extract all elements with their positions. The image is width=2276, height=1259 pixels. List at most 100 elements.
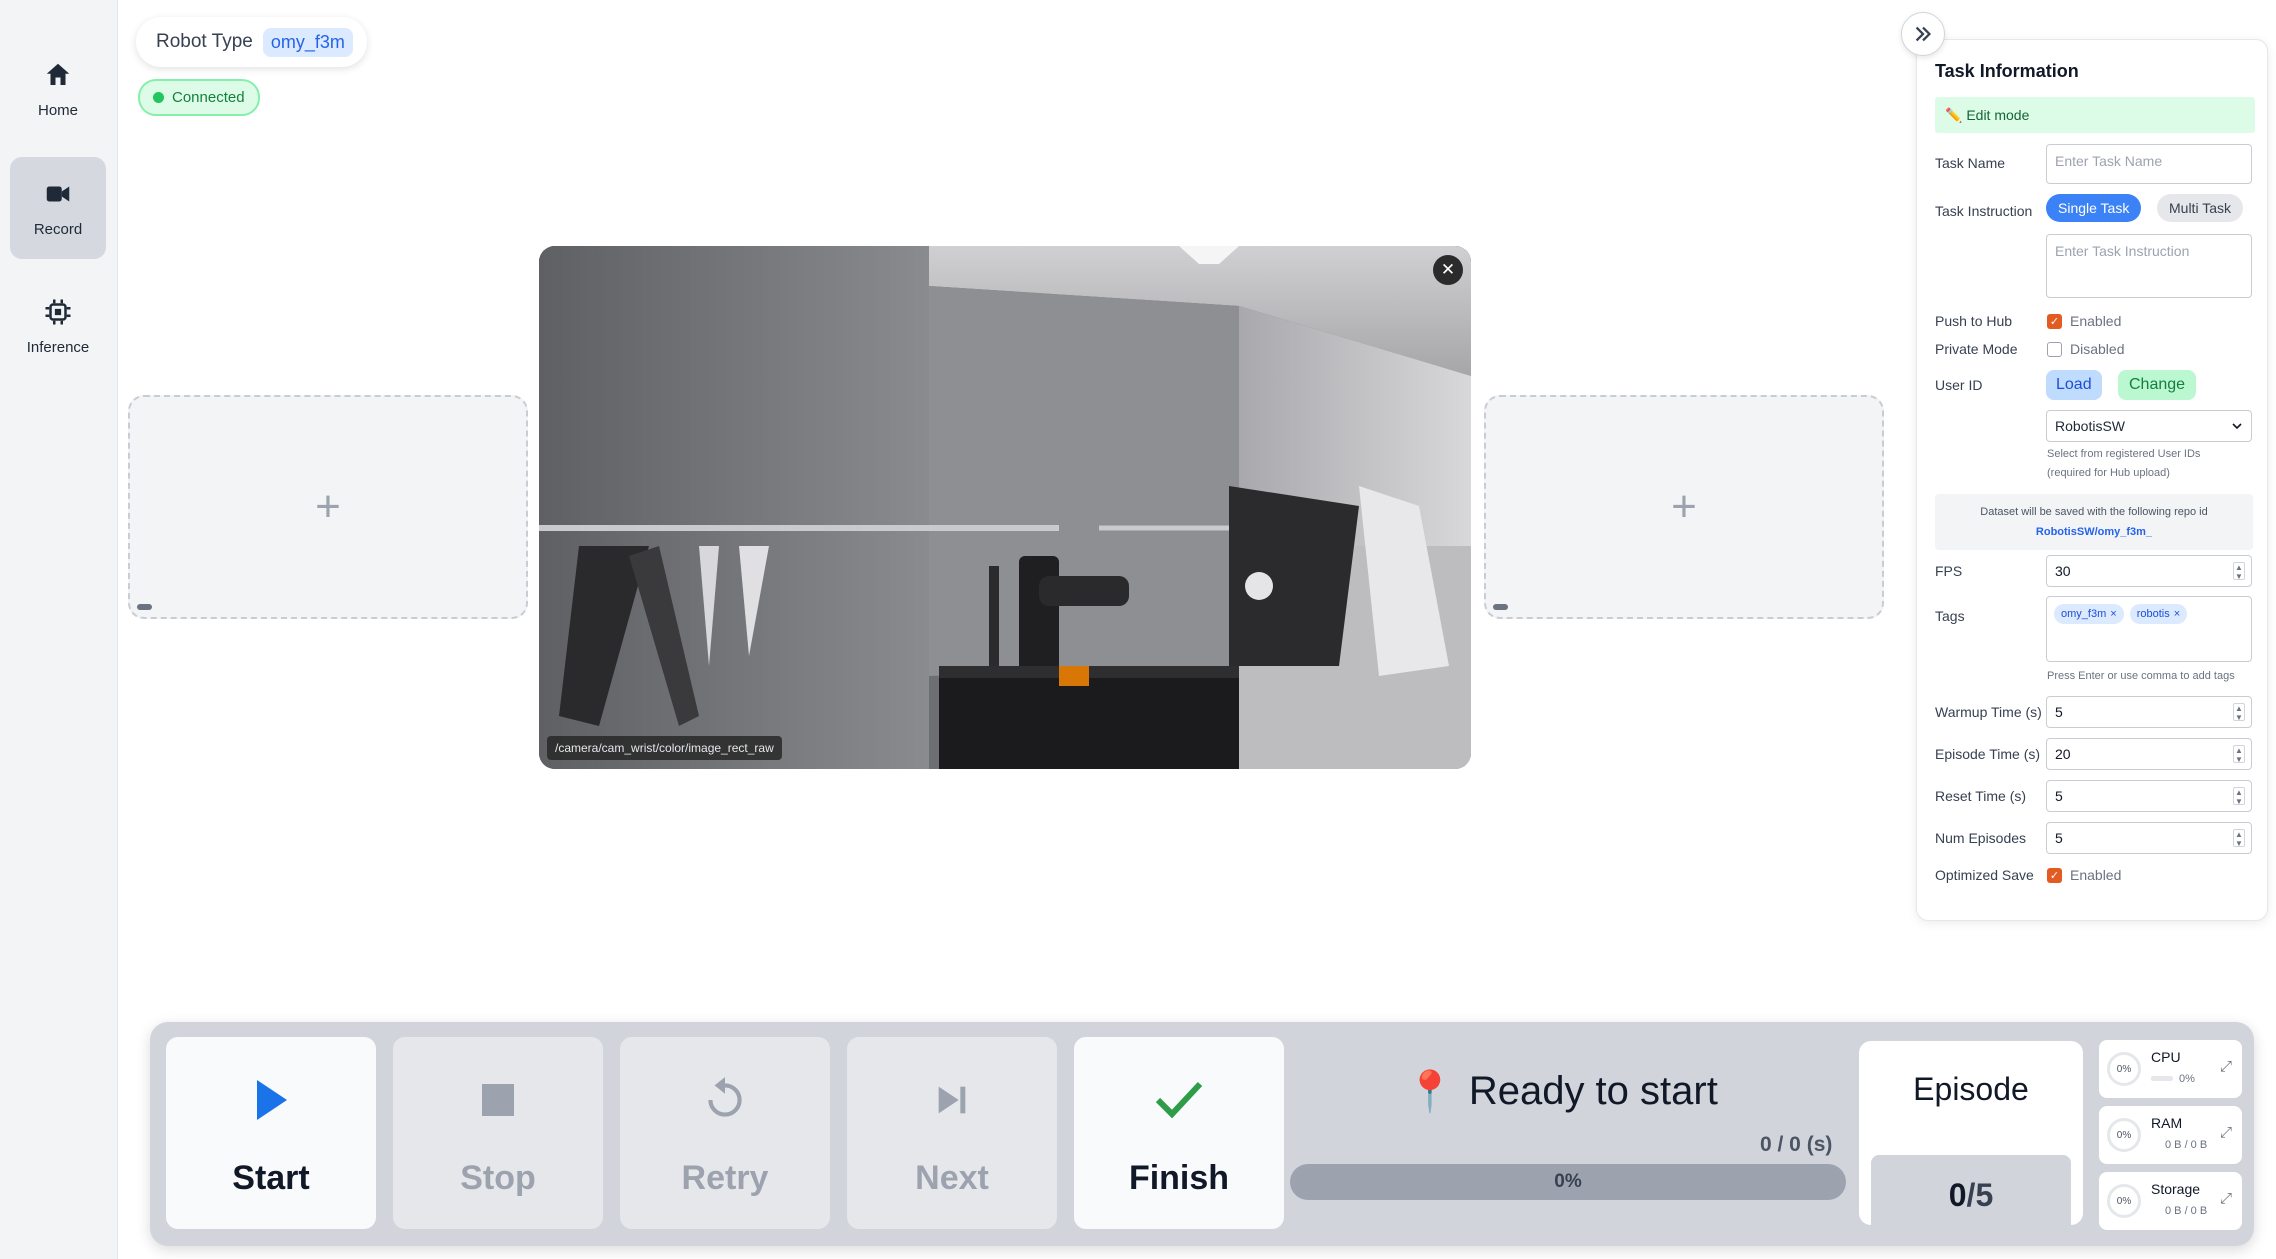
checkmark-icon [1155, 1081, 1203, 1119]
check-icon: ✓ [2047, 867, 2062, 883]
private-mode-label: Private Mode [1935, 341, 2018, 357]
expand-icon[interactable]: ⤢ [2220, 1190, 2232, 1207]
start-label: Start [232, 1159, 310, 1197]
chevron-down-icon [2232, 423, 2242, 430]
robot-type-value: omy_f3m [262, 27, 353, 57]
tags-input[interactable]: omy_f3m × robotis × [2046, 596, 2252, 662]
private-mode-value: Disabled [2070, 341, 2125, 357]
tag-chip: omy_f3m × [2054, 604, 2124, 624]
camera-topic-label: /camera/cam_wrist/color/image_rect_raw [547, 736, 782, 760]
tag-chip: robotis × [2129, 604, 2188, 624]
expand-icon[interactable]: ⤢ [2220, 1124, 2232, 1141]
chip-icon [45, 299, 71, 324]
repo-note: Dataset will be saved with the following… [1980, 506, 2208, 518]
storage-label: Storage [2151, 1181, 2201, 1197]
fps-label: FPS [1935, 563, 1963, 579]
task-instruction-input[interactable]: Enter Task Instruction [2046, 234, 2252, 298]
sidebar: Home Record Inference [0, 0, 118, 1259]
camera-image [539, 246, 1471, 769]
sidebar-item-label: Record [33, 220, 83, 238]
camera-slot-right[interactable]: + [1484, 395, 1884, 619]
optimized-save-value: Enabled [2070, 867, 2122, 883]
change-button[interactable]: Change [2118, 370, 2197, 400]
edit-mode-banner: ✏️ Edit mode [1935, 97, 2255, 133]
stepper-icon[interactable]: ▲ ▼ [2233, 703, 2245, 722]
unchecked-box-icon [2047, 341, 2062, 357]
tag-text: omy_f3m [2061, 608, 2107, 620]
ram-sub: 0 B / 0 B [2165, 1139, 2208, 1151]
num-episodes-value: 5 [2055, 830, 2063, 846]
ram-label: RAM [2151, 1115, 2183, 1131]
user-id-select[interactable]: RobotisSW [2046, 410, 2252, 442]
reset-time-label: Reset Time (s) [1935, 788, 2027, 804]
remove-tag-icon[interactable]: × [2110, 608, 2116, 620]
home-icon [46, 63, 70, 85]
private-mode-checkbox[interactable]: Disabled [2047, 341, 2124, 357]
task-instruction-label: Task Instruction [1935, 203, 2033, 219]
task-name-label: Task Name [1935, 155, 2006, 171]
tags-label: Tags [1935, 608, 1965, 624]
progress-bar: 0% [1290, 1164, 1846, 1200]
single-task-button[interactable]: Single Task [2046, 194, 2142, 222]
warmup-time-value: 5 [2055, 704, 2063, 720]
episode-time-input[interactable]: 20 ▲ ▼ [2046, 738, 2252, 770]
fps-value: 30 [2055, 563, 2071, 579]
optimized-save-label: Optimized Save [1935, 867, 2034, 883]
resize-handle[interactable] [1493, 604, 1508, 610]
remove-tag-icon[interactable]: × [2174, 608, 2180, 620]
tags-hint: Press Enter or use comma to add tags [2047, 670, 2235, 682]
stepper-icon[interactable]: ▲ ▼ [2233, 562, 2245, 581]
control-bar: Start Stop Retry Next Finish 📍 Ready to … [150, 1022, 2254, 1246]
optimized-save-checkbox[interactable]: ✓ Enabled [2047, 867, 2121, 883]
num-episodes-input[interactable]: 5 ▲ ▼ [2046, 822, 2252, 854]
stop-button[interactable]: Stop [393, 1037, 603, 1229]
episode-time-value: 20 [2055, 746, 2071, 762]
camera-slot-left[interactable]: + [128, 395, 528, 619]
finish-label: Finish [1128, 1159, 1230, 1197]
warmup-time-input[interactable]: 5 ▲ ▼ [2046, 696, 2252, 728]
status-dot-icon [153, 92, 164, 103]
multi-task-button[interactable]: Multi Task [2157, 194, 2243, 222]
ram-usage-card: 0% RAM 0 B / 0 B ⤢ [2099, 1106, 2242, 1164]
sidebar-item-label: Inference [26, 338, 90, 356]
cpu-usage-card: 0% CPU 0% ⤢ [2099, 1040, 2242, 1098]
stepper-icon[interactable]: ▲ ▼ [2233, 829, 2245, 848]
fps-input[interactable]: 30 ▲ ▼ [2046, 555, 2252, 587]
sidebar-item-inference[interactable]: Inference [10, 275, 106, 377]
push-to-hub-checkbox[interactable]: ✓ Enabled [2047, 313, 2121, 329]
episode-title: Episode [1913, 1071, 2029, 1107]
retry-button[interactable]: Retry [620, 1037, 830, 1229]
add-camera-icon: + [315, 482, 341, 531]
cpu-label: CPU [2151, 1049, 2181, 1065]
camera-feed: ✕ /camera/cam_wrist/color/image_rect_raw [539, 246, 1471, 769]
cpu-percent: 0% [2107, 1052, 2141, 1086]
resize-handle[interactable] [137, 604, 152, 610]
sidebar-item-record[interactable]: Record [10, 157, 106, 259]
stepper-icon[interactable]: ▲ ▼ [2233, 787, 2245, 806]
storage-sub: 0 B / 0 B [2165, 1205, 2208, 1217]
expand-icon[interactable]: ⤢ [2220, 1058, 2232, 1075]
finish-button[interactable]: Finish [1074, 1037, 1284, 1229]
load-button[interactable]: Load [2046, 370, 2102, 400]
reset-time-input[interactable]: 5 ▲ ▼ [2046, 780, 2252, 812]
collapse-panel-button[interactable] [1901, 12, 1945, 56]
status-text: Ready to start [1468, 1069, 1718, 1113]
repo-id-info: Dataset will be saved with the following… [1935, 494, 2253, 550]
ram-percent: 0% [2107, 1118, 2141, 1152]
user-id-label: User ID [1935, 377, 1983, 393]
sidebar-item-home[interactable]: Home [10, 38, 106, 140]
cpu-minibar [2151, 1076, 2173, 1081]
cpu-sub: 0% [2179, 1073, 2195, 1085]
close-camera-button[interactable]: ✕ [1433, 255, 1463, 285]
warmup-time-label: Warmup Time (s) [1935, 704, 2042, 720]
task-name-input[interactable]: Enter Task Name [2046, 144, 2252, 184]
next-button[interactable]: Next [847, 1037, 1057, 1229]
start-button[interactable]: Start [166, 1037, 376, 1229]
num-episodes-label: Num Episodes [1935, 830, 2027, 846]
episode-current: 0 [1948, 1176, 1967, 1213]
double-chevron-right-icon [1915, 26, 1932, 42]
user-id-selected: RobotisSW [2055, 418, 2126, 434]
episode-time-label: Episode Time (s) [1935, 746, 2041, 762]
play-icon [257, 1080, 287, 1120]
stepper-icon[interactable]: ▲ ▼ [2233, 745, 2245, 764]
